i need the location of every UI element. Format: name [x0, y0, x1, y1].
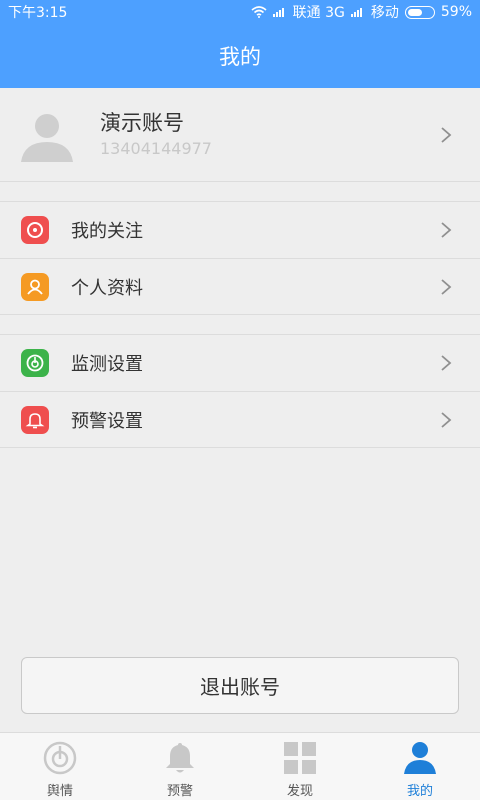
logout-label: 退出账号	[200, 675, 280, 699]
radar-icon	[41, 739, 79, 777]
profile-name: 演示账号	[100, 111, 184, 135]
target-icon	[21, 216, 49, 244]
menu-item-label: 监测设置	[71, 354, 143, 375]
menu-group-2: 监测设置 预警设置	[0, 334, 480, 448]
profile-row[interactable]: 演示账号 13404144977	[0, 88, 480, 182]
menu-item-alert-settings[interactable]: 预警设置	[0, 391, 480, 447]
monitor-icon	[21, 349, 49, 377]
logout-button[interactable]: 退出账号	[21, 657, 459, 714]
carrier-1: 联通 3G	[292, 5, 345, 21]
status-indicators: 联通 3G 移动 59%	[251, 2, 472, 22]
menu-item-label: 预警设置	[71, 410, 143, 432]
chevron-right-icon	[426, 400, 466, 440]
chevron-right-icon	[426, 267, 466, 307]
chevron-right-icon	[426, 115, 466, 155]
menu-item-profile-info[interactable]: 个人资料	[0, 258, 480, 314]
tab-label: 发现	[286, 784, 313, 799]
status-bar: 下午3:15 联通 3G 移动 59%	[0, 0, 480, 24]
tab-label: 我的	[406, 784, 433, 799]
carrier-2: 移动	[370, 5, 399, 21]
menu-item-monitor-settings[interactable]: 监测设置	[0, 335, 480, 391]
bell-icon	[161, 739, 199, 777]
page-title-bar: 我的	[0, 24, 480, 88]
tab-alerts[interactable]: 预警	[120, 733, 240, 800]
page-title: 我的	[219, 45, 261, 69]
tab-label: 舆情	[46, 784, 73, 799]
tab-me[interactable]: 我的	[360, 733, 480, 800]
person-icon	[21, 272, 49, 301]
status-time: 下午3:15	[8, 5, 68, 21]
profile-phone: 13404144977	[100, 139, 212, 158]
battery-icon	[404, 5, 435, 19]
menu-item-label: 我的关注	[71, 221, 143, 242]
tab-label: 预警	[166, 784, 193, 799]
menu-item-my-follows[interactable]: 我的关注	[0, 202, 480, 258]
tab-sentiment[interactable]: 舆情	[0, 733, 120, 800]
user-icon	[401, 739, 439, 777]
menu-group-1: 我的关注 个人资料	[0, 201, 480, 315]
avatar-placeholder-icon	[21, 113, 73, 162]
wifi-icon	[251, 6, 267, 18]
menu-item-label: 个人资料	[71, 277, 143, 299]
battery-percent: 59%	[440, 4, 472, 20]
bottom-nav: 舆情 预警 发现 我的	[0, 732, 480, 800]
signal-icon	[272, 7, 287, 17]
chevron-right-icon	[426, 343, 466, 383]
grid-icon	[281, 739, 319, 777]
profile-info: 演示账号 13404144977	[100, 109, 426, 160]
avatar	[18, 106, 76, 164]
bell-icon	[21, 405, 49, 434]
chevron-right-icon	[426, 210, 466, 250]
signal-icon	[350, 7, 365, 17]
tab-discover[interactable]: 发现	[240, 733, 360, 800]
